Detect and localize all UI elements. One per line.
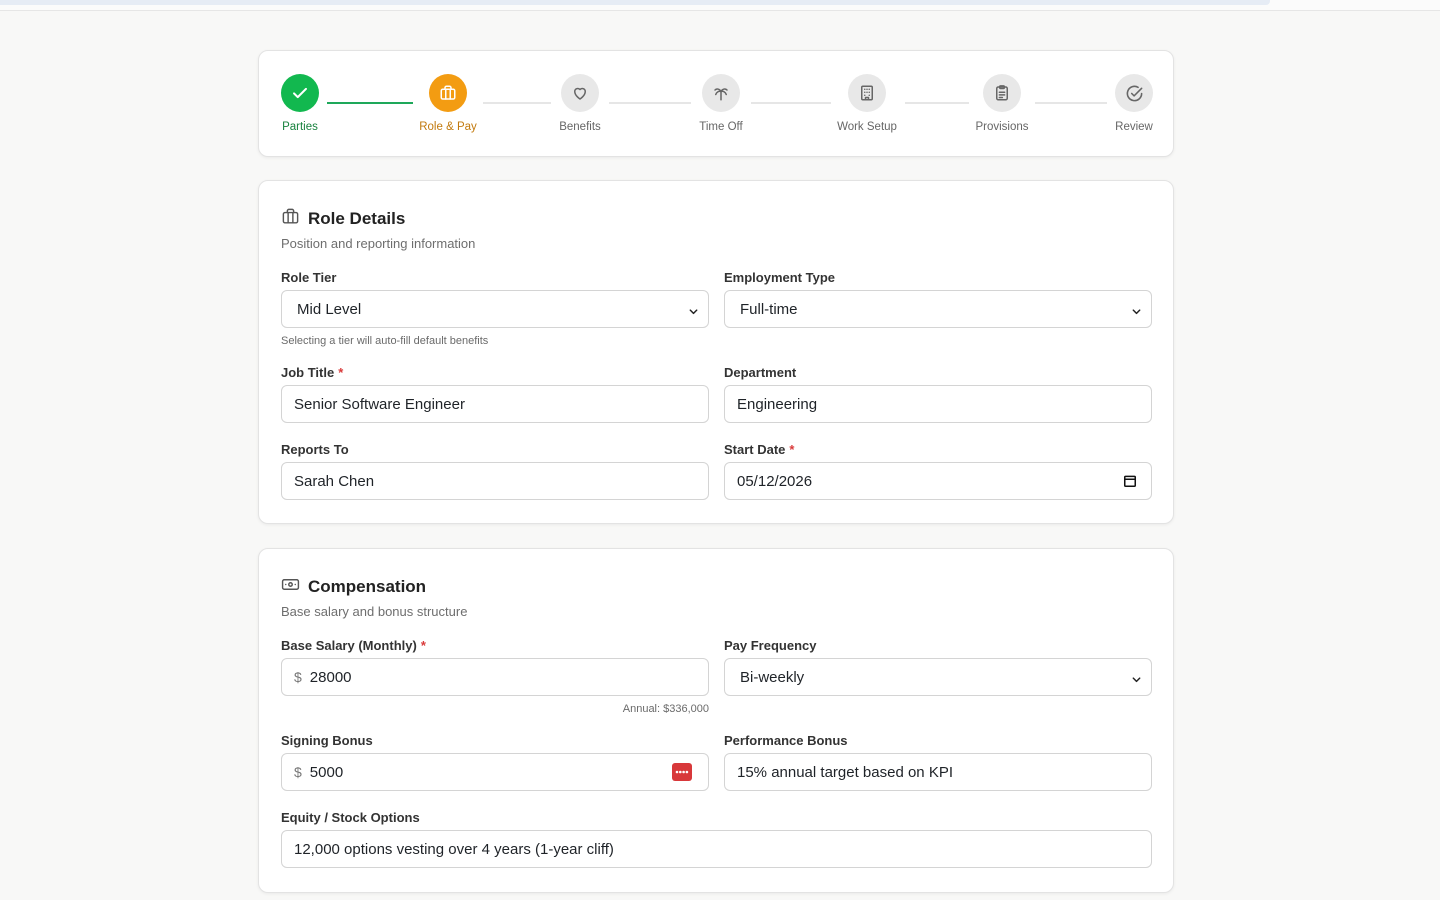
section-subtitle: Base salary and bonus structure xyxy=(281,604,468,619)
compensation-card: Compensation Base salary and bonus struc… xyxy=(258,548,1174,893)
section-header: Compensation xyxy=(281,575,426,599)
signing-bonus-label: Signing Bonus xyxy=(281,733,373,748)
building-icon xyxy=(848,74,886,112)
currency-prefix: $ xyxy=(294,764,302,780)
step-parties[interactable]: Parties xyxy=(240,74,360,133)
role-details-card: Role Details Position and reporting info… xyxy=(258,180,1174,524)
section-header: Role Details xyxy=(281,207,405,231)
step-label: Benefits xyxy=(559,121,601,133)
job-title-input[interactable]: Senior Software Engineer xyxy=(281,385,709,423)
step-work-setup[interactable]: Work Setup xyxy=(807,74,927,133)
check-circle-icon xyxy=(1115,74,1153,112)
check-icon xyxy=(281,74,319,112)
role-tier-hint: Selecting a tier will auto-fill default … xyxy=(281,335,489,347)
step-benefits[interactable]: Benefits xyxy=(520,74,640,133)
palm-tree-icon xyxy=(702,74,740,112)
step-label: Review xyxy=(1115,121,1153,133)
performance-bonus-label: Performance Bonus xyxy=(724,733,848,748)
required-marker: * xyxy=(420,638,426,653)
section-subtitle: Position and reporting information xyxy=(281,236,476,251)
chevron-down-icon xyxy=(1131,672,1142,689)
department-input[interactable]: Engineering xyxy=(724,385,1152,423)
equity-input[interactable]: 12,000 options vesting over 4 years (1-y… xyxy=(281,830,1152,868)
base-salary-label: Base Salary (Monthly) * xyxy=(281,638,426,653)
heart-icon xyxy=(561,74,599,112)
employment-type-label: Employment Type xyxy=(724,270,836,285)
browser-top-strip xyxy=(0,0,1440,11)
role-tier-label: Role Tier xyxy=(281,270,337,285)
calendar-icon[interactable] xyxy=(1123,474,1137,492)
required-marker: * xyxy=(338,365,344,380)
step-label: Provisions xyxy=(975,121,1029,133)
step-review[interactable]: Review xyxy=(1074,74,1194,133)
clipboard-icon xyxy=(983,74,1021,112)
chevron-down-icon xyxy=(688,304,699,321)
job-title-label: Job Title * xyxy=(281,365,344,380)
employment-type-select[interactable]: Full-time xyxy=(724,290,1152,328)
pay-frequency-select[interactable]: Bi-weekly xyxy=(724,658,1152,696)
annual-salary-hint: Annual: $336,000 xyxy=(622,703,709,715)
horizontal-scrollbar[interactable] xyxy=(0,0,1270,5)
briefcase-icon xyxy=(281,207,300,231)
start-date-label: Start Date * xyxy=(724,442,795,457)
required-marker: * xyxy=(789,442,795,457)
section-title: Compensation xyxy=(308,577,427,596)
base-salary-input[interactable]: $ 28000 xyxy=(281,658,709,696)
signing-bonus-input[interactable]: $ 5000 xyxy=(281,753,709,791)
step-time-off[interactable]: Time Off xyxy=(661,74,781,133)
reports-to-input[interactable]: Sarah Chen xyxy=(281,462,709,500)
equity-label: Equity / Stock Options xyxy=(281,810,420,825)
step-provisions[interactable]: Provisions xyxy=(942,74,1062,133)
step-label: Role & Pay xyxy=(419,121,477,133)
role-tier-select[interactable]: Mid Level xyxy=(281,290,709,328)
step-role-pay[interactable]: Role & Pay xyxy=(388,74,508,133)
section-title: Role Details xyxy=(308,209,406,228)
wizard-stepper: Parties Role & Pay Benefits Time Off Wor… xyxy=(258,50,1174,157)
step-label: Work Setup xyxy=(837,121,897,133)
reports-to-label: Reports To xyxy=(281,442,349,457)
currency-prefix: $ xyxy=(294,669,302,685)
step-label: Parties xyxy=(282,121,318,133)
step-label: Time Off xyxy=(699,121,743,133)
briefcase-icon xyxy=(429,74,467,112)
performance-bonus-input[interactable]: 15% annual target based on KPI xyxy=(724,753,1152,791)
password-manager-icon[interactable] xyxy=(672,763,692,781)
department-label: Department xyxy=(724,365,797,380)
start-date-input[interactable]: 05/12/2026 xyxy=(724,462,1152,500)
banknote-icon xyxy=(281,575,300,599)
chevron-down-icon xyxy=(1131,304,1142,321)
pay-frequency-label: Pay Frequency xyxy=(724,638,817,653)
